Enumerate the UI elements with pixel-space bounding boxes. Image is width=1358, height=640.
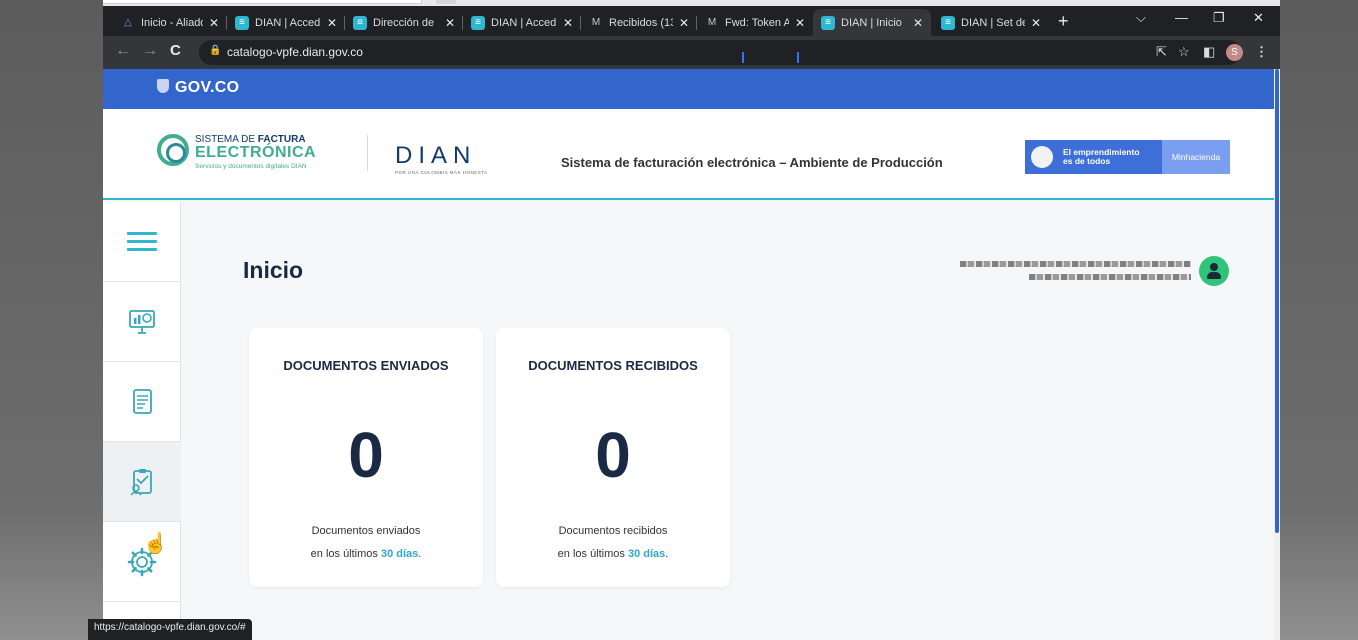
address-bar: ← → C 🔒 catalogo-vpfe.dian.gov.co ⇱ ☆ ◧ … <box>103 36 1280 69</box>
menu-toggle[interactable] <box>103 202 181 282</box>
minhacienda-badge: El emprendimiento es de todos Minhacienda <box>1025 140 1230 174</box>
tab-title: DIAN | Inicio <box>841 16 902 29</box>
sidebar <box>103 202 181 640</box>
tab-title: DIAN | Acced <box>491 16 557 29</box>
new-tab-button[interactable]: + <box>1058 11 1069 32</box>
tab-title: Dirección de <box>373 16 435 29</box>
dian-favicon-icon: ≡ <box>821 15 835 30</box>
web-page: GOV.CO SISTEMA DE FACTURA ELECTRÓNICA Se… <box>103 69 1274 640</box>
highlight-mark <box>797 52 799 63</box>
logo-divider <box>367 135 368 171</box>
document-list-icon <box>133 388 152 414</box>
page-scrollbar[interactable] <box>1274 69 1280 640</box>
user-id-redacted <box>1029 274 1191 280</box>
bookmark-star-icon[interactable]: ☆ <box>1178 44 1190 60</box>
tab-0[interactable]: △ Inicio - Aliado ✕ <box>113 9 227 36</box>
tab-6-active[interactable]: ≡ DIAN | Inicio ✕ <box>813 9 931 36</box>
sliver-knob <box>436 0 456 4</box>
minimize-button[interactable]: — <box>1175 10 1188 25</box>
gov-shield-icon <box>157 79 169 93</box>
share-icon[interactable]: ⇱ <box>1156 44 1167 60</box>
tab-title: Fwd: Token A <box>725 16 789 29</box>
browser-window: △ Inicio - Aliado ✕ ≡ DIAN | Acced ✕ ≡ D… <box>103 6 1280 640</box>
tab-2[interactable]: ≡ Dirección de ✕ <box>345 9 463 36</box>
tab-search-icon[interactable]: ⌵ <box>1136 10 1146 26</box>
hamburger-icon <box>127 227 157 256</box>
tab-title: Recibidos (13 <box>609 16 673 29</box>
desktop-right <box>1280 0 1358 640</box>
omnibox[interactable]: 🔒 catalogo-vpfe.dian.gov.co <box>199 40 1241 65</box>
tab-strip: △ Inicio - Aliado ✕ ≡ DIAN | Acced ✕ ≡ D… <box>103 6 1280 36</box>
scrollbar-thumb[interactable] <box>1275 69 1279 533</box>
user-avatar[interactable] <box>1199 256 1229 286</box>
profile-avatar[interactable]: S <box>1226 44 1243 61</box>
dian-favicon-icon: ≡ <box>235 15 249 30</box>
tab-close-icon[interactable]: ✕ <box>795 16 805 30</box>
site-header: SISTEMA DE FACTURA ELECTRÓNICA Servicios… <box>103 109 1274 200</box>
url-text: catalogo-vpfe.dian.gov.co <box>227 45 363 59</box>
card-documentos-enviados[interactable]: DOCUMENTOS ENVIADOS 0 Documentos enviado… <box>249 328 483 587</box>
dian-favicon-icon: ≡ <box>353 15 367 30</box>
tab-close-icon[interactable]: ✕ <box>563 16 573 30</box>
dian-logo[interactable]: DIAN <box>395 142 476 170</box>
tab-7[interactable]: ≡ DIAN | Set de ✕ <box>933 9 1049 36</box>
aliado-favicon-icon: △ <box>124 17 132 28</box>
sidebar-item-dashboard[interactable] <box>103 282 181 362</box>
back-icon[interactable]: ← <box>115 42 131 60</box>
hand-cursor-icon: ☝ <box>143 533 168 555</box>
dian-favicon-icon: ≡ <box>471 15 485 30</box>
close-window-button[interactable]: ✕ <box>1253 10 1264 26</box>
desktop-left <box>0 0 103 640</box>
monitor-chart-icon <box>129 309 155 334</box>
sidebar-item-reports[interactable] <box>103 442 181 522</box>
tab-close-icon[interactable]: ✕ <box>913 16 923 30</box>
tab-1[interactable]: ≡ DIAN | Acced ✕ <box>227 9 345 36</box>
tab-5[interactable]: M Fwd: Token A ✕ <box>697 9 813 36</box>
tab-4[interactable]: M Recibidos (13 ✕ <box>581 9 697 36</box>
forward-icon[interactable]: → <box>142 42 158 60</box>
tab-close-icon[interactable]: ✕ <box>445 16 455 30</box>
card-heading: DOCUMENTOS RECIBIDOS <box>528 358 698 373</box>
dian-tagline: POR UNA COLOMBIA MÁS HONESTA <box>395 170 488 175</box>
tab-close-icon[interactable]: ✕ <box>209 16 219 30</box>
system-title: Sistema de facturación electrónica – Amb… <box>561 155 943 170</box>
user-name-redacted <box>960 261 1191 267</box>
card-heading: DOCUMENTOS ENVIADOS <box>283 358 449 373</box>
menu-kebab-icon[interactable]: ⋮ <box>1255 44 1268 60</box>
card-description: Documentos enviados en los últimos 30 dí… <box>310 525 422 560</box>
card-value: 0 <box>348 419 384 491</box>
lock-icon: 🔒 <box>209 45 222 56</box>
coat-of-arms-icon <box>1031 146 1053 168</box>
tab-close-icon[interactable]: ✕ <box>679 16 689 30</box>
gov-bar: GOV.CO <box>103 69 1274 109</box>
gmail-favicon-icon: M <box>591 17 601 28</box>
card-description: Documentos recibidos en los últimos 30 d… <box>557 525 669 560</box>
tab-close-icon[interactable]: ✕ <box>1031 16 1041 30</box>
sidebar-item-documents[interactable] <box>103 362 181 442</box>
tab-title: Inicio - Aliado <box>141 16 203 29</box>
reload-icon[interactable]: C <box>170 42 181 59</box>
highlight-mark <box>742 52 744 63</box>
sidebar-item-settings[interactable] <box>103 522 181 602</box>
tab-title: DIAN | Set de <box>961 16 1025 29</box>
dian-favicon-icon: ≡ <box>941 15 955 30</box>
card-value: 0 <box>595 419 631 491</box>
tab-title: DIAN | Acced <box>255 16 321 29</box>
factura-electronica-logo[interactable]: SISTEMA DE FACTURA ELECTRÓNICA Servicios… <box>157 134 347 174</box>
sidepanel-icon[interactable]: ◧ <box>1203 44 1215 60</box>
tab-3[interactable]: ≡ DIAN | Acced ✕ <box>463 9 581 36</box>
tab-close-icon[interactable]: ✕ <box>327 16 337 30</box>
card-documentos-recibidos[interactable]: DOCUMENTOS RECIBIDOS 0 Documentos recibi… <box>496 328 730 587</box>
status-bar-url: https://catalogo-vpfe.dian.gov.co/# <box>88 619 252 640</box>
clipboard-user-icon <box>130 468 152 496</box>
gmail-favicon-icon: M <box>707 17 717 28</box>
gov-logo[interactable]: GOV.CO <box>157 79 239 97</box>
restore-button[interactable]: ❐ <box>1213 10 1225 26</box>
fe-swirl-icon <box>157 134 189 166</box>
user-icon <box>1210 263 1218 271</box>
page-title: Inicio <box>243 257 304 283</box>
